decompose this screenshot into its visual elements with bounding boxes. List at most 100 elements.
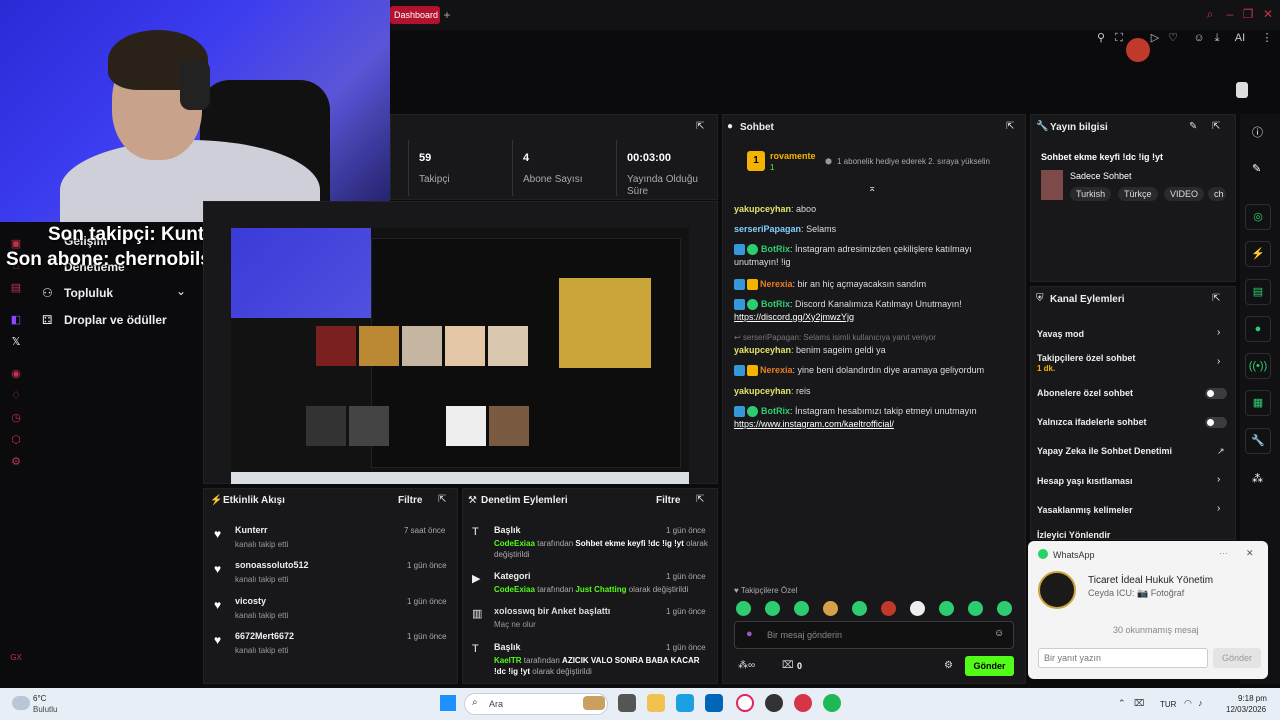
mic-icon[interactable]: ● <box>746 628 753 640</box>
tag-chip[interactable]: Turkish <box>1070 187 1112 201</box>
maximize-icon[interactable]: ❐ <box>1240 6 1256 22</box>
media-icon[interactable]: ▤ <box>8 280 24 296</box>
circle-icon[interactable]: ◉ <box>8 366 24 382</box>
file-explorer-icon[interactable] <box>647 694 665 712</box>
more-icon[interactable]: ··· <box>1219 548 1228 558</box>
emote-icon[interactable] <box>794 601 809 616</box>
tag-chip[interactable]: Türkçe <box>1118 187 1158 201</box>
settings-icon[interactable]: ⚙ <box>8 454 24 470</box>
broadcast-icon[interactable]: ((•)) <box>1245 353 1271 379</box>
chevron-right-icon[interactable]: › <box>1217 503 1220 514</box>
avatar[interactable] <box>1236 82 1248 98</box>
banned-words-row[interactable]: Yasaklanmış kelimeler <box>1037 505 1133 515</box>
emote-chat-toggle[interactable] <box>1205 417 1227 428</box>
volume-icon[interactable]: ♪ <box>1198 698 1203 708</box>
bell-icon[interactable]: ♢ <box>8 388 24 404</box>
more-icon[interactable]: ⋮ <box>1258 30 1276 46</box>
close-icon[interactable]: ✕ <box>1246 548 1254 559</box>
clock-date[interactable]: 12/03/2026 <box>1226 705 1266 714</box>
chevron-right-icon[interactable]: › <box>1217 474 1220 485</box>
app-icon[interactable] <box>794 694 812 712</box>
activity-filter-button[interactable]: Filtre <box>398 495 422 506</box>
nav-item-topluluk[interactable]: Topluluk <box>64 286 113 300</box>
clock-time[interactable]: 9:18 pm <box>1238 694 1267 703</box>
popout-icon[interactable]: ⇱ <box>696 121 704 132</box>
info-icon[interactable]: ⓘ <box>1252 124 1263 140</box>
ai-icon[interactable]: AI <box>1228 30 1252 46</box>
tag-chip[interactable]: VIDEO <box>1164 187 1205 201</box>
chat-user[interactable]: Nerexia <box>760 279 793 289</box>
tray-chevron-icon[interactable]: ⌃ <box>1118 698 1126 709</box>
chevron-right-icon[interactable]: › <box>1217 356 1220 367</box>
obs-icon[interactable] <box>765 694 783 712</box>
edit-icon[interactable]: ✎ <box>1189 121 1197 132</box>
search-icon[interactable]: ⌕ <box>1202 6 1218 22</box>
top-gifter[interactable]: rovamente <box>770 151 816 161</box>
crop-icon[interactable]: ⛶ <box>1110 30 1128 46</box>
heart-icon[interactable]: ♡ <box>1164 30 1182 46</box>
play-icon[interactable]: ▷ <box>1146 30 1164 46</box>
wifi-icon[interactable]: ◠ <box>1184 698 1192 709</box>
stream-preview[interactable] <box>231 228 689 484</box>
external-link-icon[interactable]: ↗ <box>1217 446 1225 457</box>
language-indicator[interactable]: TUR <box>1160 700 1176 709</box>
chat-user[interactable]: BotRix <box>761 299 790 309</box>
clock-icon[interactable]: ◷ <box>8 410 24 426</box>
users-icon[interactable]: ⁂ <box>1252 472 1263 485</box>
edge-icon[interactable] <box>676 694 694 712</box>
ai-mod-row[interactable]: Yapay Zeka ile Sohbet Denetimi <box>1037 446 1172 456</box>
settings-icon[interactable]: ⚙ <box>944 660 953 671</box>
chat-user[interactable]: BotRix <box>761 244 790 254</box>
emote-icon[interactable] <box>823 601 838 616</box>
age-limit-row[interactable]: Hesap yaşı kısıtlaması <box>1037 476 1133 486</box>
close-icon[interactable]: ✕ <box>1260 6 1276 22</box>
pen-icon[interactable]: ✎ <box>1252 162 1261 175</box>
subs-chat-toggle[interactable] <box>1205 388 1227 399</box>
popout-icon[interactable]: ⇱ <box>1212 293 1220 304</box>
popout-icon[interactable]: ⇱ <box>1006 121 1014 132</box>
emoji-icon[interactable]: ☺ <box>994 628 1004 639</box>
discord-link[interactable]: https://discord.gg/Xy2jmwzYjg <box>734 312 854 322</box>
chat-user[interactable]: yakupceyhan <box>734 345 791 355</box>
chat-user[interactable]: BotRix <box>761 406 790 416</box>
emote-icon[interactable] <box>968 601 983 616</box>
gx-icon[interactable]: GX <box>8 650 24 666</box>
emote-icon[interactable] <box>852 601 867 616</box>
x-icon[interactable]: 𝕏 <box>8 334 24 350</box>
chevron-down-icon[interactable]: ⌄ <box>176 284 186 298</box>
spotify-icon[interactable] <box>823 694 841 712</box>
emote-icon[interactable] <box>939 601 954 616</box>
pin-icon[interactable]: ⚲ <box>1092 30 1110 46</box>
emote-icon[interactable] <box>997 601 1012 616</box>
opera-gx-icon[interactable] <box>736 694 754 712</box>
task-view-icon[interactable] <box>618 694 636 712</box>
slow-mode-row[interactable]: Yavaş mod <box>1037 329 1084 339</box>
new-tab-button[interactable]: + <box>440 6 454 24</box>
tag-chip[interactable]: ch <box>1208 187 1226 201</box>
wrench-icon[interactable]: 🔧 <box>1245 428 1271 454</box>
windows-start-icon[interactable] <box>440 695 456 711</box>
popout-icon[interactable]: ⇱ <box>696 494 704 505</box>
download-icon[interactable]: ⤓ <box>1208 30 1226 46</box>
raid-row[interactable]: İzleyici Yönlendir <box>1037 530 1110 540</box>
emote-icon[interactable] <box>765 601 780 616</box>
whatsapp-send-button[interactable]: Gönder <box>1213 648 1261 668</box>
camera-icon[interactable]: ◎ <box>1245 204 1271 230</box>
user-icon[interactable]: ☺ <box>1190 30 1208 46</box>
share-icon[interactable]: ⬡ <box>8 432 24 448</box>
chat-user[interactable]: serseriPapagan <box>734 224 801 234</box>
tray-icon[interactable]: ⌧ <box>1134 698 1144 709</box>
store-icon[interactable] <box>705 694 723 712</box>
chat-user[interactable]: yakupceyhan <box>734 204 791 214</box>
emote-icon[interactable] <box>910 601 925 616</box>
layout-icon[interactable]: ▦ <box>1245 390 1271 416</box>
tab-dashboard[interactable]: Dashboard <box>390 6 440 24</box>
points-icon[interactable]: ⁂∞ <box>738 660 755 671</box>
popout-icon[interactable]: ⇱ <box>1212 121 1220 132</box>
moderation-filter-button[interactable]: Filtre <box>656 495 680 506</box>
collapse-icon[interactable]: ⌅ <box>868 183 876 194</box>
chat-user[interactable]: Nerexia <box>760 365 793 375</box>
category-name[interactable]: Sadece Sohbet <box>1070 171 1132 181</box>
minimize-icon[interactable]: – <box>1222 6 1238 22</box>
instagram-link[interactable]: https://www.instagram.com/kaeltrofficial… <box>734 419 894 429</box>
